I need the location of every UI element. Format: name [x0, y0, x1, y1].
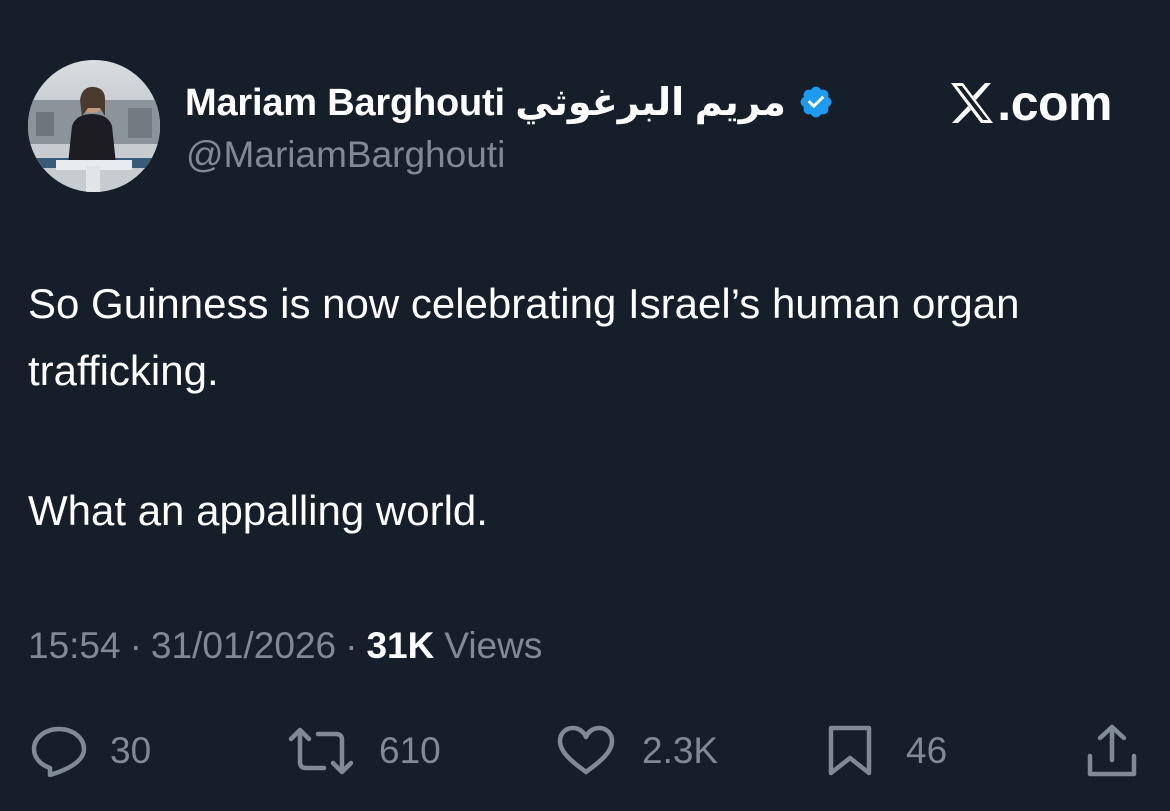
like-count: 2.3K — [642, 730, 719, 771]
views-count: 31K — [366, 625, 435, 666]
brand-watermark: .com — [949, 74, 1112, 132]
author-name-row[interactable]: Mariam Barghouti مريم البرغوثي — [185, 76, 834, 128]
repost-icon — [288, 727, 354, 775]
tweet-paragraph: What an appalling world. — [28, 487, 488, 534]
meta-separator: · — [345, 625, 358, 666]
x-logo-icon — [949, 81, 995, 125]
brand-text: .com — [997, 75, 1112, 131]
share-icon — [1087, 724, 1137, 777]
reply-button[interactable]: 30 — [30, 720, 151, 782]
tweet-text: So Guinness is now celebrating Israel’s … — [28, 270, 1128, 544]
bookmark-icon — [828, 725, 872, 776]
tweet-card: Mariam Barghouti مريم البرغوثي @MariamBa… — [0, 0, 1170, 811]
author-handle[interactable]: @MariamBarghouti — [186, 134, 505, 176]
tweet-date[interactable]: 31/01/2026 — [151, 625, 336, 667]
meta-separator: · — [129, 625, 142, 666]
views-label: Views — [444, 625, 543, 666]
share-button[interactable] — [1086, 720, 1138, 782]
tweet-time[interactable]: 15:54 — [28, 625, 121, 667]
tweet-paragraph: So Guinness is now celebrating Israel’s … — [28, 280, 1020, 394]
bookmark-count: 46 — [906, 730, 948, 771]
tweet-actions: 30 610 2.3K 46 — [0, 720, 1170, 782]
repost-count: 610 — [379, 730, 441, 771]
heart-icon — [557, 725, 615, 775]
repost-button[interactable]: 610 — [288, 720, 441, 782]
author-display-name[interactable]: Mariam Barghouti مريم البرغوثي — [185, 80, 786, 125]
reply-icon — [31, 726, 87, 777]
bookmark-button[interactable]: 46 — [826, 720, 947, 782]
reply-count: 30 — [110, 730, 152, 771]
like-button[interactable]: 2.3K — [556, 720, 718, 782]
avatar[interactable] — [28, 60, 160, 192]
tweet-meta: 15:54 · 31/01/2026 · 31K Views — [28, 625, 542, 667]
avatar-photo — [28, 60, 160, 192]
verified-badge-icon — [798, 84, 834, 120]
